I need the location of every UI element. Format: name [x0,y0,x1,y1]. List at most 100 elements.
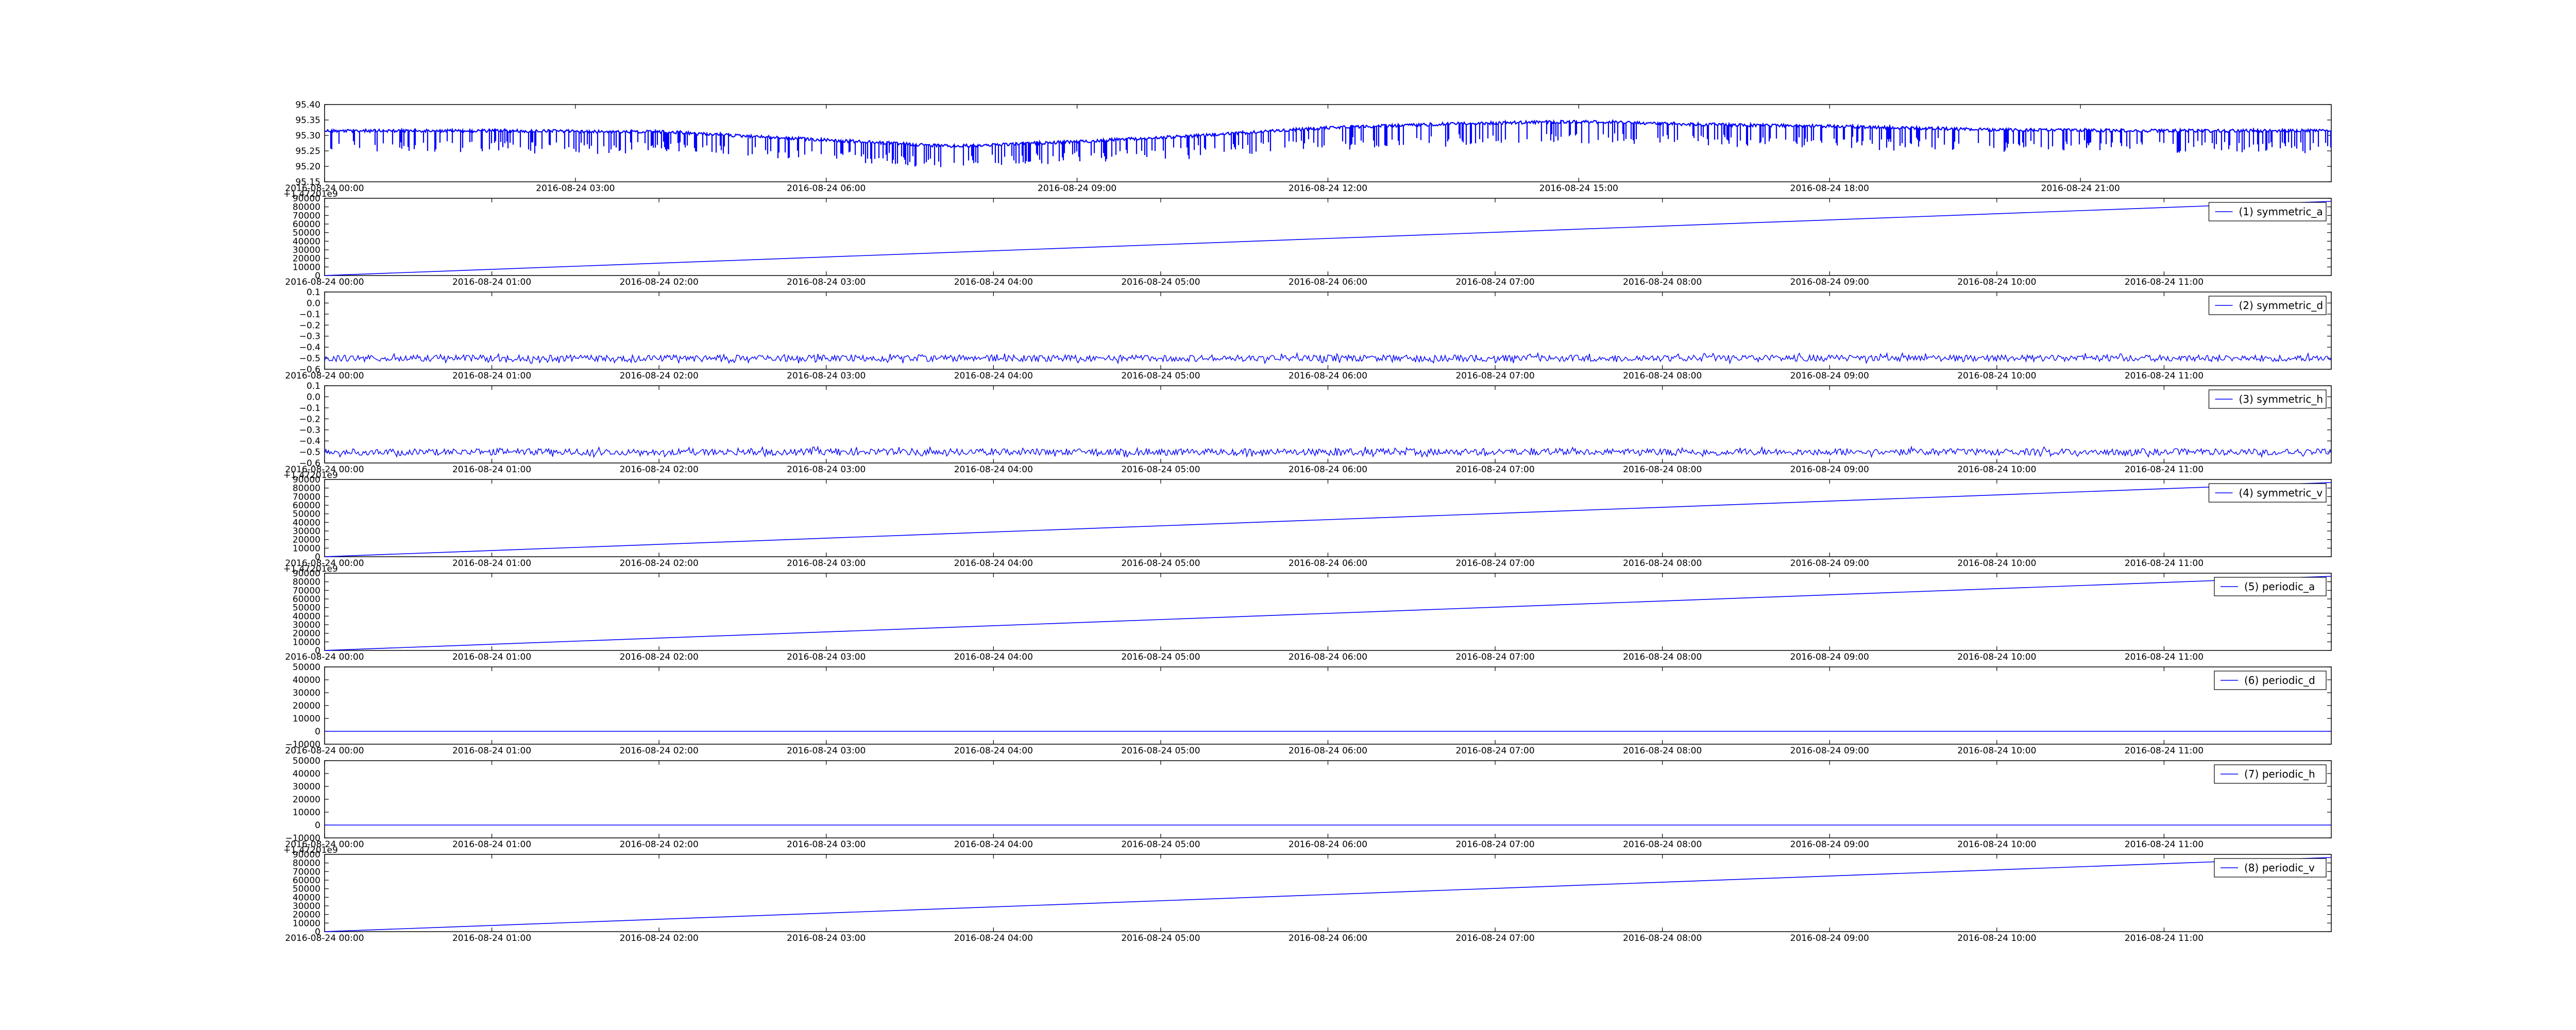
legend: (7) periodic_h [2214,764,2327,784]
x-tick-label: 2016-08-24 10:00 [1957,652,2036,662]
x-tick-label: 2016-08-24 07:00 [1455,933,1534,943]
x-tick-label: 2016-08-24 02:00 [620,746,699,756]
y-tick-label: −0.3 [299,332,320,342]
x-tick-label: 2016-08-24 09:00 [1790,746,1869,756]
x-tick-label: 2016-08-24 09:00 [1790,277,1869,287]
x-tick-label: 2016-08-24 02:00 [620,933,699,943]
x-tick-label: 2016-08-24 04:00 [954,558,1033,569]
x-tick-label: 2016-08-24 01:00 [452,839,531,850]
x-tick-label: 2016-08-24 06:00 [787,183,866,194]
x-tick-label: 2016-08-24 07:00 [1455,371,1534,381]
x-tick-label: 2016-08-24 10:00 [1957,933,2036,943]
x-tick-label: 2016-08-24 07:00 [1455,277,1534,287]
x-tick-label: 2016-08-24 08:00 [1623,746,1702,756]
x-tick-label: 2016-08-24 15:00 [1539,183,1618,194]
x-tick-label: 2016-08-24 06:00 [1289,933,1367,943]
x-tick-label: 2016-08-24 07:00 [1455,652,1534,662]
x-tick-label: 2016-08-24 00:00 [285,371,364,381]
x-tick-label: 2016-08-24 11:00 [2125,746,2204,756]
x-tick-label: 2016-08-24 07:00 [1455,558,1534,569]
x-tick-label: 2016-08-24 06:00 [1289,839,1367,850]
x-tick-label: 2016-08-24 05:00 [1121,652,1200,662]
legend: (2) symmetric_d [2208,296,2327,315]
y-tick-label: 50000 [293,756,320,766]
x-tick-label: 2016-08-24 09:00 [1790,839,1869,850]
y-tick-label: 20000 [293,701,320,711]
y-tick-label: −0.2 [299,414,320,424]
x-tick-label: 2016-08-24 11:00 [2125,933,2204,943]
y-tick-label: 95.25 [295,146,320,157]
legend: (8) periodic_v [2214,858,2327,878]
y-tick-label: 95.35 [295,115,320,126]
x-tick-label: 2016-08-24 02:00 [620,652,699,662]
y-tick-label: 10000 [293,808,320,818]
x-tick-label: 2016-08-24 05:00 [1121,465,1200,475]
x-tick-label: 2016-08-24 00:00 [285,652,364,662]
x-tick-label: 2016-08-24 09:00 [1790,371,1869,381]
y-offset-label: +1.47201e9 [283,564,338,574]
y-tick-label: 0.0 [307,392,320,402]
x-tick-label: 2016-08-24 03:00 [787,652,866,662]
y-tick-label: 0.1 [307,381,320,391]
x-tick-label: 2016-08-24 01:00 [452,746,531,756]
y-tick-label: 95.40 [295,100,320,110]
legend: (3) symmetric_h [2208,389,2327,409]
x-tick-label: 2016-08-24 08:00 [1623,839,1702,850]
x-tick-label: 2016-08-24 05:00 [1121,839,1200,850]
x-tick-label: 2016-08-24 06:00 [1289,558,1367,569]
x-tick-label: 2016-08-24 09:00 [1790,558,1869,569]
x-tick-label: 2016-08-24 04:00 [954,839,1033,850]
figure-background [0,0,2576,1030]
y-tick-label: 95.20 [295,162,320,172]
x-tick-label: 2016-08-24 03:00 [787,371,866,381]
legend: (6) periodic_d [2214,671,2327,690]
y-tick-label: 20000 [293,795,320,805]
y-tick-label: 50000 [293,662,320,673]
y-tick-label: −0.1 [299,310,320,320]
x-tick-label: 2016-08-24 11:00 [2125,371,2204,381]
x-tick-label: 2016-08-24 04:00 [954,652,1033,662]
x-tick-label: 2016-08-24 03:00 [787,746,866,756]
x-tick-label: 2016-08-24 11:00 [2125,465,2204,475]
y-tick-label: 0 [315,820,320,831]
legend-label: (5) periodic_a [2244,580,2315,593]
y-tick-label: 40000 [293,675,320,685]
x-tick-label: 2016-08-24 01:00 [452,465,531,475]
x-tick-label: 2016-08-24 03:00 [787,465,866,475]
x-tick-label: 2016-08-24 02:00 [620,558,699,569]
y-tick-label: −0.1 [299,403,320,414]
x-tick-label: 2016-08-24 04:00 [954,746,1033,756]
x-tick-label: 2016-08-24 05:00 [1121,746,1200,756]
x-tick-label: 2016-08-24 10:00 [1957,371,2036,381]
x-tick-label: 2016-08-24 05:00 [1121,558,1200,569]
x-tick-label: 2016-08-24 08:00 [1623,652,1702,662]
legend: (1) symmetric_a [2208,202,2327,221]
x-tick-label: 2016-08-24 05:00 [1121,371,1200,381]
legend-label: (1) symmetric_a [2239,205,2323,218]
x-tick-label: 2016-08-24 07:00 [1455,746,1534,756]
y-tick-label: 0.1 [307,287,320,298]
y-tick-label: −0.3 [299,425,320,436]
x-tick-label: 2016-08-24 10:00 [1957,558,2036,569]
x-tick-label: 2016-08-24 02:00 [620,839,699,850]
figure-canvas: 95.1595.2095.2595.3095.3595.402016-08-24… [0,0,2576,1030]
x-tick-label: 2016-08-24 10:00 [1957,839,2036,850]
x-tick-label: 2016-08-24 08:00 [1623,277,1702,287]
x-tick-label: 2016-08-24 07:00 [1455,465,1534,475]
y-tick-label: −0.4 [299,342,320,353]
x-tick-label: 2016-08-24 02:00 [620,465,699,475]
x-tick-label: 2016-08-24 11:00 [2125,558,2204,569]
x-tick-label: 2016-08-24 00:00 [285,933,364,943]
x-tick-label: 2016-08-24 06:00 [1289,277,1367,287]
x-tick-label: 2016-08-24 11:00 [2125,277,2204,287]
x-tick-label: 2016-08-24 06:00 [1289,465,1367,475]
x-tick-label: 2016-08-24 02:00 [620,371,699,381]
x-tick-label: 2016-08-24 03:00 [787,277,866,287]
y-tick-label: 30000 [293,782,320,792]
x-tick-label: 2016-08-24 06:00 [1289,746,1367,756]
x-tick-label: 2016-08-24 04:00 [954,465,1033,475]
x-tick-label: 2016-08-24 18:00 [1790,183,1869,194]
y-tick-label: 0.0 [307,298,320,308]
legend-label: (7) periodic_h [2244,768,2315,780]
y-tick-label: −0.2 [299,320,320,331]
